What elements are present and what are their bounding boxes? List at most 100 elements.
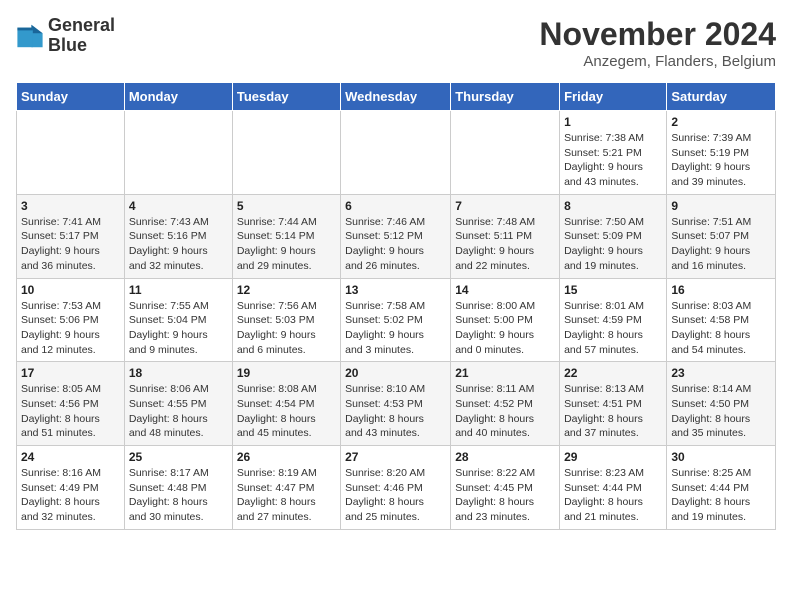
day-number: 24 [21, 450, 120, 464]
day-info: Sunrise: 7:58 AM Sunset: 5:02 PM Dayligh… [345, 299, 446, 358]
day-number: 23 [671, 366, 771, 380]
day-info: Sunrise: 7:53 AM Sunset: 5:06 PM Dayligh… [21, 299, 120, 358]
day-info: Sunrise: 8:05 AM Sunset: 4:56 PM Dayligh… [21, 382, 120, 441]
calendar-cell [232, 111, 340, 195]
week-row-5: 24 Sunrise: 8:16 AM Sunset: 4:49 PM Dayli… [17, 446, 776, 530]
day-info: Sunrise: 7:56 AM Sunset: 5:03 PM Dayligh… [237, 299, 336, 358]
calendar-cell: 8 Sunrise: 7:50 AM Sunset: 5:09 PM Daylig… [560, 194, 667, 278]
day-number: 17 [21, 366, 120, 380]
calendar-cell: 7Sunrise: 7:48 AM Sunset: 5:11 PM Daylig… [451, 194, 560, 278]
calendar-cell: 26Sunrise: 8:19 AM Sunset: 4:47 PM Dayli… [232, 446, 340, 530]
day-info: Sunrise: 8:14 AM Sunset: 4:50 PM Dayligh… [671, 382, 771, 441]
logo-icon [16, 22, 44, 50]
calendar-cell: 24 Sunrise: 8:16 AM Sunset: 4:49 PM Dayli… [17, 446, 125, 530]
day-info: Sunrise: 8:13 AM Sunset: 4:51 PM Dayligh… [564, 382, 662, 441]
week-row-4: 17 Sunrise: 8:05 AM Sunset: 4:56 PM Dayli… [17, 362, 776, 446]
calendar-cell: 9 Sunrise: 7:51 AM Sunset: 5:07 PM Daylig… [667, 194, 776, 278]
day-info: Sunrise: 7:48 AM Sunset: 5:11 PM Dayligh… [455, 215, 555, 274]
calendar-cell [451, 111, 560, 195]
calendar-cell: 11 Sunrise: 7:55 AM Sunset: 5:04 PM Dayli… [124, 278, 232, 362]
day-info: Sunrise: 8:06 AM Sunset: 4:55 PM Dayligh… [129, 382, 228, 441]
day-info: Sunrise: 8:01 AM Sunset: 4:59 PM Dayligh… [564, 299, 662, 358]
week-row-2: 3 Sunrise: 7:41 AM Sunset: 5:17 PM Daylig… [17, 194, 776, 278]
title-block: November 2024 Anzegem, Flanders, Belgium [539, 16, 776, 70]
weekday-tuesday: Tuesday [232, 83, 340, 111]
calendar-cell: 27Sunrise: 8:20 AM Sunset: 4:46 PM Dayli… [341, 446, 451, 530]
day-number: 14 [455, 283, 555, 297]
day-info: Sunrise: 7:41 AM Sunset: 5:17 PM Dayligh… [21, 215, 120, 274]
day-info: Sunrise: 8:00 AM Sunset: 5:00 PM Dayligh… [455, 299, 555, 358]
day-number: 11 [129, 283, 228, 297]
day-number: 8 [564, 199, 662, 213]
week-row-3: 10 Sunrise: 7:53 AM Sunset: 5:06 PM Dayli… [17, 278, 776, 362]
weekday-monday: Monday [124, 83, 232, 111]
day-info: Sunrise: 7:44 AM Sunset: 5:14 PM Dayligh… [237, 215, 336, 274]
day-number: 4 [129, 199, 228, 213]
day-info: Sunrise: 7:43 AM Sunset: 5:16 PM Dayligh… [129, 215, 228, 274]
day-number: 28 [455, 450, 555, 464]
calendar-cell: 10 Sunrise: 7:53 AM Sunset: 5:06 PM Dayli… [17, 278, 125, 362]
day-number: 25 [129, 450, 228, 464]
day-number: 9 [671, 199, 771, 213]
day-info: Sunrise: 8:10 AM Sunset: 4:53 PM Dayligh… [345, 382, 446, 441]
calendar-cell: 13Sunrise: 7:58 AM Sunset: 5:02 PM Dayli… [341, 278, 451, 362]
calendar-header: SundayMondayTuesdayWednesdayThursdayFrid… [17, 83, 776, 111]
day-number: 6 [345, 199, 446, 213]
calendar-cell: 6 Sunrise: 7:46 AM Sunset: 5:12 PM Daylig… [341, 194, 451, 278]
location: Anzegem, Flanders, Belgium [539, 53, 776, 70]
calendar-cell: 14 Sunrise: 8:00 AM Sunset: 5:00 PM Dayli… [451, 278, 560, 362]
day-info: Sunrise: 8:16 AM Sunset: 4:49 PM Dayligh… [21, 466, 120, 525]
day-number: 15 [564, 283, 662, 297]
weekday-sunday: Sunday [17, 83, 125, 111]
page-header: General Blue November 2024 Anzegem, Flan… [16, 16, 776, 70]
calendar-cell: 5Sunrise: 7:44 AM Sunset: 5:14 PM Daylig… [232, 194, 340, 278]
day-info: Sunrise: 7:55 AM Sunset: 5:04 PM Dayligh… [129, 299, 228, 358]
day-number: 18 [129, 366, 228, 380]
calendar-cell: 19Sunrise: 8:08 AM Sunset: 4:54 PM Dayli… [232, 362, 340, 446]
calendar-body: 1 Sunrise: 7:38 AM Sunset: 5:21 PM Daylig… [17, 111, 776, 530]
weekday-thursday: Thursday [451, 83, 560, 111]
calendar: SundayMondayTuesdayWednesdayThursdayFrid… [16, 82, 776, 530]
day-number: 1 [564, 115, 662, 129]
day-info: Sunrise: 8:22 AM Sunset: 4:45 PM Dayligh… [455, 466, 555, 525]
day-info: Sunrise: 7:51 AM Sunset: 5:07 PM Dayligh… [671, 215, 771, 274]
day-number: 3 [21, 199, 120, 213]
day-number: 21 [455, 366, 555, 380]
week-row-1: 1 Sunrise: 7:38 AM Sunset: 5:21 PM Daylig… [17, 111, 776, 195]
day-number: 29 [564, 450, 662, 464]
day-info: Sunrise: 7:39 AM Sunset: 5:19 PM Dayligh… [671, 131, 771, 190]
day-number: 12 [237, 283, 336, 297]
calendar-cell [17, 111, 125, 195]
calendar-cell [341, 111, 451, 195]
day-info: Sunrise: 7:46 AM Sunset: 5:12 PM Dayligh… [345, 215, 446, 274]
calendar-cell: 3 Sunrise: 7:41 AM Sunset: 5:17 PM Daylig… [17, 194, 125, 278]
calendar-cell: 1 Sunrise: 7:38 AM Sunset: 5:21 PM Daylig… [560, 111, 667, 195]
weekday-saturday: Saturday [667, 83, 776, 111]
day-number: 2 [671, 115, 771, 129]
logo-line1: General [48, 16, 115, 36]
day-number: 10 [21, 283, 120, 297]
calendar-cell: 16Sunrise: 8:03 AM Sunset: 4:58 PM Dayli… [667, 278, 776, 362]
day-info: Sunrise: 8:08 AM Sunset: 4:54 PM Dayligh… [237, 382, 336, 441]
calendar-cell: 21Sunrise: 8:11 AM Sunset: 4:52 PM Dayli… [451, 362, 560, 446]
day-info: Sunrise: 8:19 AM Sunset: 4:47 PM Dayligh… [237, 466, 336, 525]
calendar-cell: 2 Sunrise: 7:39 AM Sunset: 5:19 PM Daylig… [667, 111, 776, 195]
calendar-cell: 20 Sunrise: 8:10 AM Sunset: 4:53 PM Dayli… [341, 362, 451, 446]
calendar-cell: 17 Sunrise: 8:05 AM Sunset: 4:56 PM Dayli… [17, 362, 125, 446]
day-info: Sunrise: 8:20 AM Sunset: 4:46 PM Dayligh… [345, 466, 446, 525]
month-title: November 2024 [539, 16, 776, 53]
day-info: Sunrise: 7:38 AM Sunset: 5:21 PM Dayligh… [564, 131, 662, 190]
day-info: Sunrise: 8:17 AM Sunset: 4:48 PM Dayligh… [129, 466, 228, 525]
day-number: 22 [564, 366, 662, 380]
calendar-cell: 18 Sunrise: 8:06 AM Sunset: 4:55 PM Dayli… [124, 362, 232, 446]
calendar-cell: 29 Sunrise: 8:23 AM Sunset: 4:44 PM Dayli… [560, 446, 667, 530]
calendar-cell: 15 Sunrise: 8:01 AM Sunset: 4:59 PM Dayli… [560, 278, 667, 362]
day-number: 20 [345, 366, 446, 380]
day-info: Sunrise: 8:23 AM Sunset: 4:44 PM Dayligh… [564, 466, 662, 525]
logo: General Blue [16, 16, 115, 56]
weekday-wednesday: Wednesday [341, 83, 451, 111]
calendar-cell: 25 Sunrise: 8:17 AM Sunset: 4:48 PM Dayli… [124, 446, 232, 530]
calendar-cell: 30Sunrise: 8:25 AM Sunset: 4:44 PM Dayli… [667, 446, 776, 530]
day-number: 16 [671, 283, 771, 297]
day-info: Sunrise: 7:50 AM Sunset: 5:09 PM Dayligh… [564, 215, 662, 274]
